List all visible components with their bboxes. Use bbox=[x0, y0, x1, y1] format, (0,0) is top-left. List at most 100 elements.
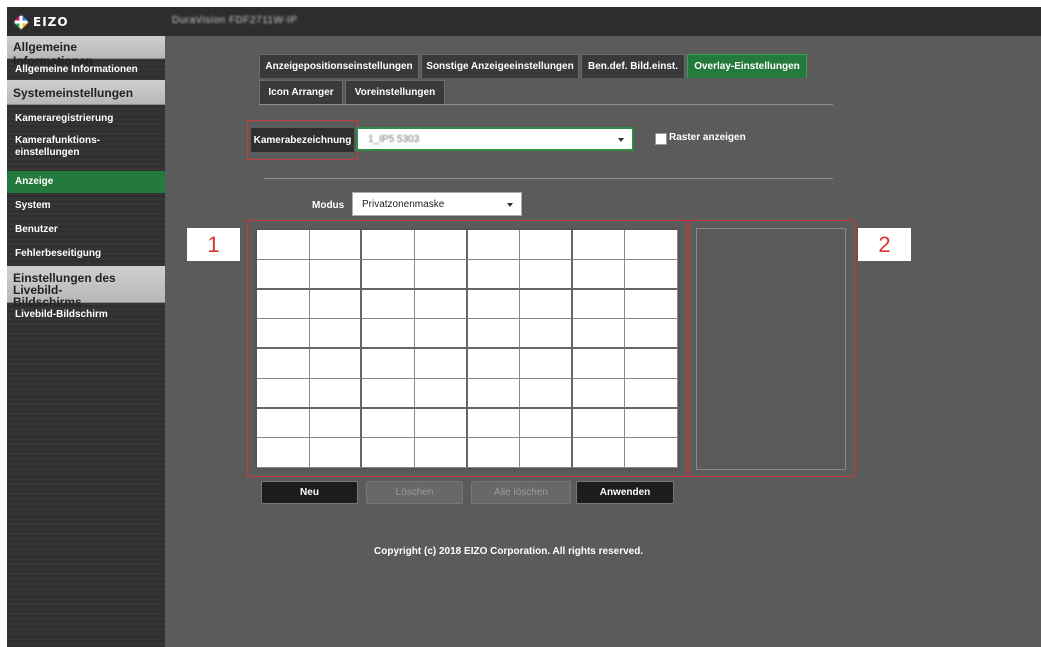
mode-label: Modus bbox=[312, 200, 345, 211]
new-button[interactable]: Neu bbox=[261, 481, 358, 504]
apply-button[interactable]: Anwenden bbox=[576, 481, 674, 504]
tab-other-display-settings[interactable]: Sonstige Anzeigeeinstellungen bbox=[421, 54, 579, 78]
mask-grid-cell[interactable] bbox=[362, 408, 415, 439]
sidebar-section-liveview-settings[interactable]: Einstellungen des Livebild- Bildschirms bbox=[7, 266, 165, 308]
sidebar-section-general[interactable]: Allgemeine Informationen bbox=[7, 36, 165, 68]
sidebar-section-system[interactable]: Systemeinstellungen bbox=[7, 80, 165, 105]
mask-grid-cell[interactable] bbox=[467, 349, 521, 379]
mask-grid-cell[interactable] bbox=[257, 349, 310, 379]
mask-grid-cell[interactable] bbox=[625, 230, 678, 260]
eizo-diamond-icon bbox=[13, 14, 29, 30]
mask-grid-cell[interactable] bbox=[520, 230, 573, 260]
mask-grid-cell[interactable] bbox=[572, 319, 626, 349]
mask-grid-cell[interactable] bbox=[414, 289, 468, 320]
tab-user-defined-image[interactable]: Ben.def. Bild.einst. bbox=[581, 54, 685, 78]
mask-grid-cell[interactable] bbox=[467, 408, 521, 439]
mask-grid-cell[interactable] bbox=[467, 230, 521, 260]
mask-grid-cell[interactable] bbox=[572, 349, 626, 379]
mask-grid-cell[interactable] bbox=[309, 349, 363, 379]
show-grid-checkbox[interactable] bbox=[655, 133, 667, 145]
mask-grid-cell[interactable] bbox=[520, 349, 573, 379]
mask-grid-cell[interactable] bbox=[467, 259, 521, 290]
mask-grid-cell[interactable] bbox=[520, 378, 573, 409]
delete-button[interactable]: Löschen bbox=[366, 481, 463, 504]
section-divider bbox=[264, 178, 833, 179]
tab-overlay-settings[interactable]: Overlay-Einstellungen bbox=[687, 54, 807, 78]
mask-grid-cell[interactable] bbox=[520, 289, 573, 320]
mask-grid-cell[interactable] bbox=[362, 438, 415, 468]
mask-grid-cell[interactable] bbox=[257, 230, 310, 260]
mask-grid-cell[interactable] bbox=[414, 408, 468, 439]
sidebar-item-display[interactable]: Anzeige bbox=[7, 171, 165, 193]
sidebar: Allgemeine Informationen Allgemeine Info… bbox=[7, 36, 165, 647]
top-bar: EIZO DuraVision FDF2711W-IP bbox=[7, 7, 1041, 36]
mask-grid-cell[interactable] bbox=[414, 230, 468, 260]
mask-grid-cell[interactable] bbox=[467, 438, 521, 468]
sidebar-item-troubleshooting[interactable]: Fehlerbeseitigung bbox=[7, 242, 165, 266]
mask-grid-cell[interactable] bbox=[414, 378, 468, 409]
mask-grid-cell[interactable] bbox=[309, 289, 363, 320]
mask-grid-cell[interactable] bbox=[257, 438, 310, 468]
mask-grid-cell[interactable] bbox=[309, 230, 363, 260]
chevron-down-icon bbox=[618, 138, 624, 142]
mask-grid-cell[interactable] bbox=[414, 349, 468, 379]
mask-grid-cell[interactable] bbox=[414, 319, 468, 349]
mask-grid-cell[interactable] bbox=[257, 319, 310, 349]
delete-all-button[interactable]: Alle löschen bbox=[471, 481, 571, 504]
mask-grid-cell[interactable] bbox=[572, 408, 626, 439]
mask-grid-cell[interactable] bbox=[520, 408, 573, 439]
sidebar-item-users[interactable]: Benutzer bbox=[7, 218, 165, 242]
mask-grid-cell[interactable] bbox=[467, 319, 521, 349]
sidebar-item-camera-registration[interactable]: Kameraregistrierung bbox=[7, 105, 165, 133]
mask-grid-cell[interactable] bbox=[257, 408, 310, 439]
tab-presets[interactable]: Voreinstellungen bbox=[345, 80, 445, 104]
mask-grid-cell[interactable] bbox=[625, 408, 678, 439]
mask-grid-cell[interactable] bbox=[414, 438, 468, 468]
mask-grid-cell[interactable] bbox=[362, 289, 415, 320]
sidebar-item-camera-function-settings[interactable]: Kamerafunktions- einstellungen bbox=[7, 133, 165, 171]
mask-grid-cell[interactable] bbox=[520, 259, 573, 290]
mask-grid-cell[interactable] bbox=[625, 289, 678, 320]
show-grid-label: Raster anzeigen bbox=[669, 132, 746, 143]
tab-display-position[interactable]: Anzeigepositionseinstellungen bbox=[259, 54, 419, 78]
annotation-number-2: 2 bbox=[858, 228, 911, 261]
mask-grid-cell[interactable] bbox=[625, 378, 678, 409]
mask-grid-cell[interactable] bbox=[520, 438, 573, 468]
mask-grid-cell[interactable] bbox=[362, 378, 415, 409]
mode-select[interactable]: Privatzonenmaske bbox=[352, 192, 522, 216]
mask-grid-cell[interactable] bbox=[362, 259, 415, 290]
mask-grid-cell[interactable] bbox=[362, 230, 415, 260]
mask-grid-cell[interactable] bbox=[309, 438, 363, 468]
mask-grid-cell[interactable] bbox=[625, 438, 678, 468]
mask-grid-cell[interactable] bbox=[257, 259, 310, 290]
privacy-mask-grid[interactable] bbox=[255, 228, 680, 470]
mask-grid-cell[interactable] bbox=[257, 378, 310, 409]
mask-grid-cell[interactable] bbox=[467, 289, 521, 320]
mask-grid-cell[interactable] bbox=[572, 289, 626, 320]
mask-grid-cell[interactable] bbox=[362, 349, 415, 379]
mask-grid-cell[interactable] bbox=[625, 349, 678, 379]
mask-grid-cell[interactable] bbox=[572, 438, 626, 468]
tab-icon-arranger[interactable]: Icon Arranger bbox=[259, 80, 343, 104]
camera-name-label: Kamerabezeichnung bbox=[251, 128, 354, 152]
eizo-logo: EIZO bbox=[13, 12, 83, 32]
mask-grid-cell[interactable] bbox=[309, 259, 363, 290]
mask-grid-cell[interactable] bbox=[572, 259, 626, 290]
mask-grid-cell[interactable] bbox=[362, 319, 415, 349]
mask-grid-cell[interactable] bbox=[309, 408, 363, 439]
mask-grid-cell[interactable] bbox=[309, 319, 363, 349]
annotation-number-1: 1 bbox=[187, 228, 240, 261]
mask-grid-cell[interactable] bbox=[572, 378, 626, 409]
sidebar-item-system[interactable]: System bbox=[7, 193, 165, 218]
mask-grid-cell[interactable] bbox=[572, 230, 626, 260]
mask-grid-cell[interactable] bbox=[625, 259, 678, 290]
mask-grid-cell[interactable] bbox=[625, 319, 678, 349]
mask-grid-cell[interactable] bbox=[520, 319, 573, 349]
mask-grid-cell[interactable] bbox=[257, 289, 310, 320]
mask-grid-cell[interactable] bbox=[467, 378, 521, 409]
mask-preview-panel bbox=[696, 228, 846, 470]
camera-select[interactable]: 1_IP5 5303 bbox=[356, 127, 634, 151]
mask-grid-cell[interactable] bbox=[414, 259, 468, 290]
mask-grid-cell[interactable] bbox=[309, 378, 363, 409]
mode-select-value: Privatzonenmaske bbox=[362, 198, 445, 210]
